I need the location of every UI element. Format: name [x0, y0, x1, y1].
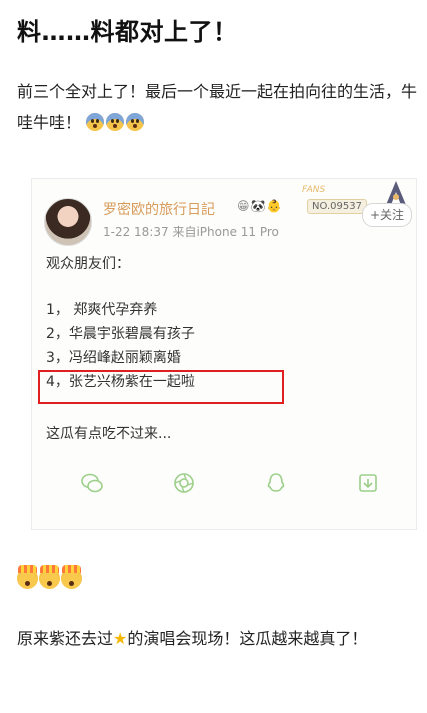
post-ending: 这瓜有点吃不过来... [46, 426, 172, 442]
username-emoji-icons: 😁🐼👶 [237, 199, 282, 213]
share-icon[interactable] [356, 471, 380, 495]
baby-emoji-icon: 👶 [266, 199, 283, 213]
exploding-head-emoji-icon [39, 565, 60, 589]
fearful-face-emoji-icon [106, 113, 125, 131]
star-emoji-icon: ★ [113, 629, 128, 648]
article-paragraph-2: 原来紫还去过★的演唱会现场！这瓜越来越真了！ [17, 622, 417, 656]
article-paragraph-1: 前三个全对上了！最后一个最近一起在拍向往的生活，牛哇牛哇！ [17, 76, 417, 138]
post-username[interactable]: 罗密欧的旅行日記 [103, 199, 215, 219]
paragraph-2-before: 原来紫还去过 [17, 629, 114, 648]
fearful-face-emoji-icon [86, 113, 105, 131]
list-item: 1， 郑爽代孕弃养 [46, 302, 158, 318]
moments-icon[interactable] [172, 471, 196, 495]
qq-icon[interactable] [264, 471, 288, 495]
grin-emoji-icon: 😁 [237, 199, 251, 213]
embedded-weibo-screenshot: 罗密欧的旅行日記 😁🐼👶 1-22 18:37 来自iPhone 11 Pro … [31, 178, 417, 530]
paragraph-1-text: 前三个全对上了！最后一个最近一起在拍向往的生活，牛哇牛哇！ [17, 82, 418, 132]
fearful-face-emoji-icon [126, 113, 145, 131]
post-meta: 1-22 18:37 来自iPhone 11 Pro [103, 225, 279, 239]
wechat-icon[interactable] [80, 471, 104, 495]
highlight-box [38, 370, 284, 404]
panda-emoji-icon: 🐼 [250, 199, 267, 213]
list-item: 3，冯绍峰赵丽颖离婚 [46, 350, 181, 366]
follow-button[interactable]: +关注 [362, 203, 412, 227]
exploding-head-emoji-icon [17, 565, 38, 589]
exploding-head-emoji-row [17, 565, 83, 593]
article-title: 料……料都对上了！ [17, 18, 238, 46]
list-item: 2，华晨宇张碧晨有孩子 [46, 326, 195, 342]
share-actions [80, 471, 400, 499]
paragraph-2-after: 的演唱会现场！这瓜越来越真了！ [127, 629, 368, 648]
fans-label: FANS [302, 185, 326, 195]
avatar[interactable] [44, 198, 92, 246]
post-greeting: 观众朋友们： [46, 256, 130, 272]
fans-number-badge: NO.09537 [307, 199, 367, 214]
exploding-head-emoji-icon [61, 565, 82, 589]
